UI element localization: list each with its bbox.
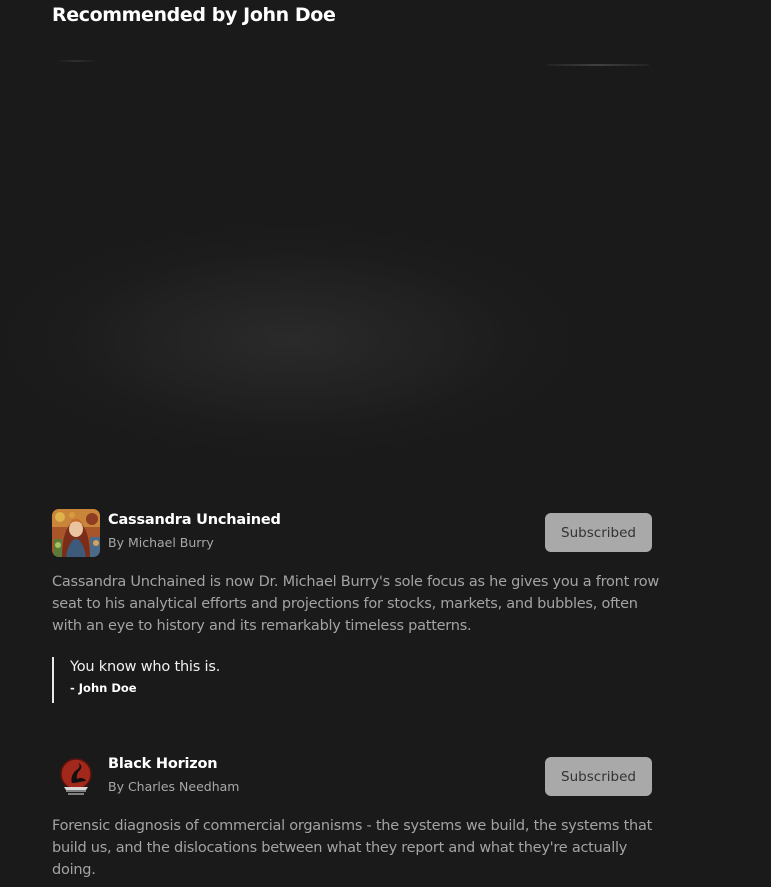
black-swan-logo-icon[interactable] (52, 753, 100, 801)
hero-edge-left (56, 60, 98, 62)
publication-author: By Charles Needham (108, 779, 240, 794)
publication-description: Cassandra Unchained is now Dr. Michael B… (52, 574, 660, 634)
logo-image (52, 753, 100, 801)
publication-title[interactable]: Black Horizon (108, 756, 218, 772)
card-header: Black Horizon By Charles Needham Subscri… (52, 753, 652, 803)
publication-author: By Michael Burry (108, 535, 214, 550)
subscribed-button[interactable]: Subscribed (545, 757, 652, 796)
recommendation-quote: You know who this is. - John Doe (52, 657, 652, 703)
publication-description: Forensic diagnosis of commercial organis… (52, 818, 653, 878)
subscribed-button[interactable]: Subscribed (545, 513, 652, 552)
recommendation-card: Cassandra Unchained By Michael Burry Sub… (52, 509, 659, 703)
hero-image (0, 40, 771, 490)
logo-image (52, 509, 100, 557)
hero-edge-right (547, 64, 649, 66)
card-header: Cassandra Unchained By Michael Burry Sub… (52, 509, 652, 559)
recommendation-card: Black Horizon By Charles Needham Subscri… (52, 753, 652, 881)
page-title: Recommended by John Doe (52, 4, 336, 26)
publication-title[interactable]: Cassandra Unchained (108, 512, 281, 528)
quote-text: You know who this is. (70, 659, 221, 675)
painted-portrait-logo-icon[interactable] (52, 509, 100, 557)
quote-author: - John Doe (70, 681, 137, 695)
recommendations-page: Recommended by John Doe Cassandra Unchai… (0, 0, 771, 887)
